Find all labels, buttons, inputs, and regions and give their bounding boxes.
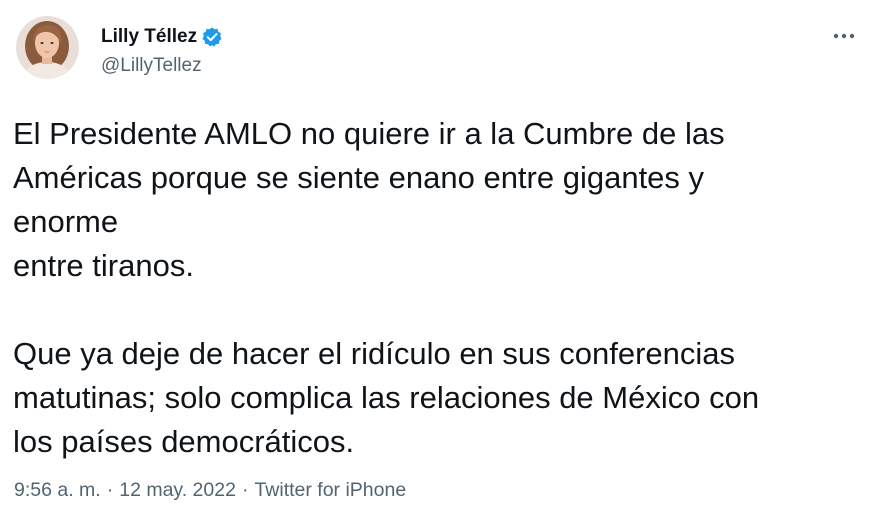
- tweet-text: El Presidente AMLO no quiere ir a la Cum…: [13, 112, 863, 464]
- author-info: Lilly Téllez @LillyTellez: [101, 25, 223, 78]
- meta-separator: ·: [241, 479, 249, 501]
- tweet-text-line: matutinas; solo complica las relaciones …: [13, 380, 760, 415]
- tweet-text-line: enorme: [13, 204, 119, 239]
- more-options-icon: [833, 33, 855, 39]
- tweet-metadata: 9:56 a. m. · 12 may. 2022 · Twitter for iPho…: [14, 477, 406, 503]
- verified-badge-icon: [201, 26, 223, 48]
- tweet-text-line: Que ya deje de hacer el ridículo en sus …: [13, 336, 736, 371]
- tweet-source-link[interactable]: Twitter for iPhone: [254, 479, 406, 501]
- more-options-button[interactable]: [830, 22, 858, 50]
- display-name[interactable]: Lilly Téllez: [101, 25, 197, 49]
- name-row: Lilly Téllez: [101, 25, 223, 49]
- avatar[interactable]: [16, 16, 79, 79]
- tweet-date[interactable]: 12 may. 2022: [119, 479, 236, 501]
- tweet-text-line: entre tiranos.: [13, 248, 194, 283]
- tweet-text-line: El Presidente AMLO no quiere ir a la Cum…: [13, 116, 725, 151]
- handle[interactable]: @LillyTellez: [101, 54, 223, 78]
- tweet-time[interactable]: 9:56 a. m.: [14, 479, 101, 501]
- meta-separator: ·: [106, 479, 114, 501]
- tweet-card: Lilly Téllez @LillyTellez El Presidente …: [0, 0, 872, 514]
- tweet-text-line: los países democráticos.: [13, 424, 355, 459]
- tweet-text-line: Américas porque se siente enano entre gi…: [13, 160, 705, 195]
- avatar-image: [16, 16, 79, 79]
